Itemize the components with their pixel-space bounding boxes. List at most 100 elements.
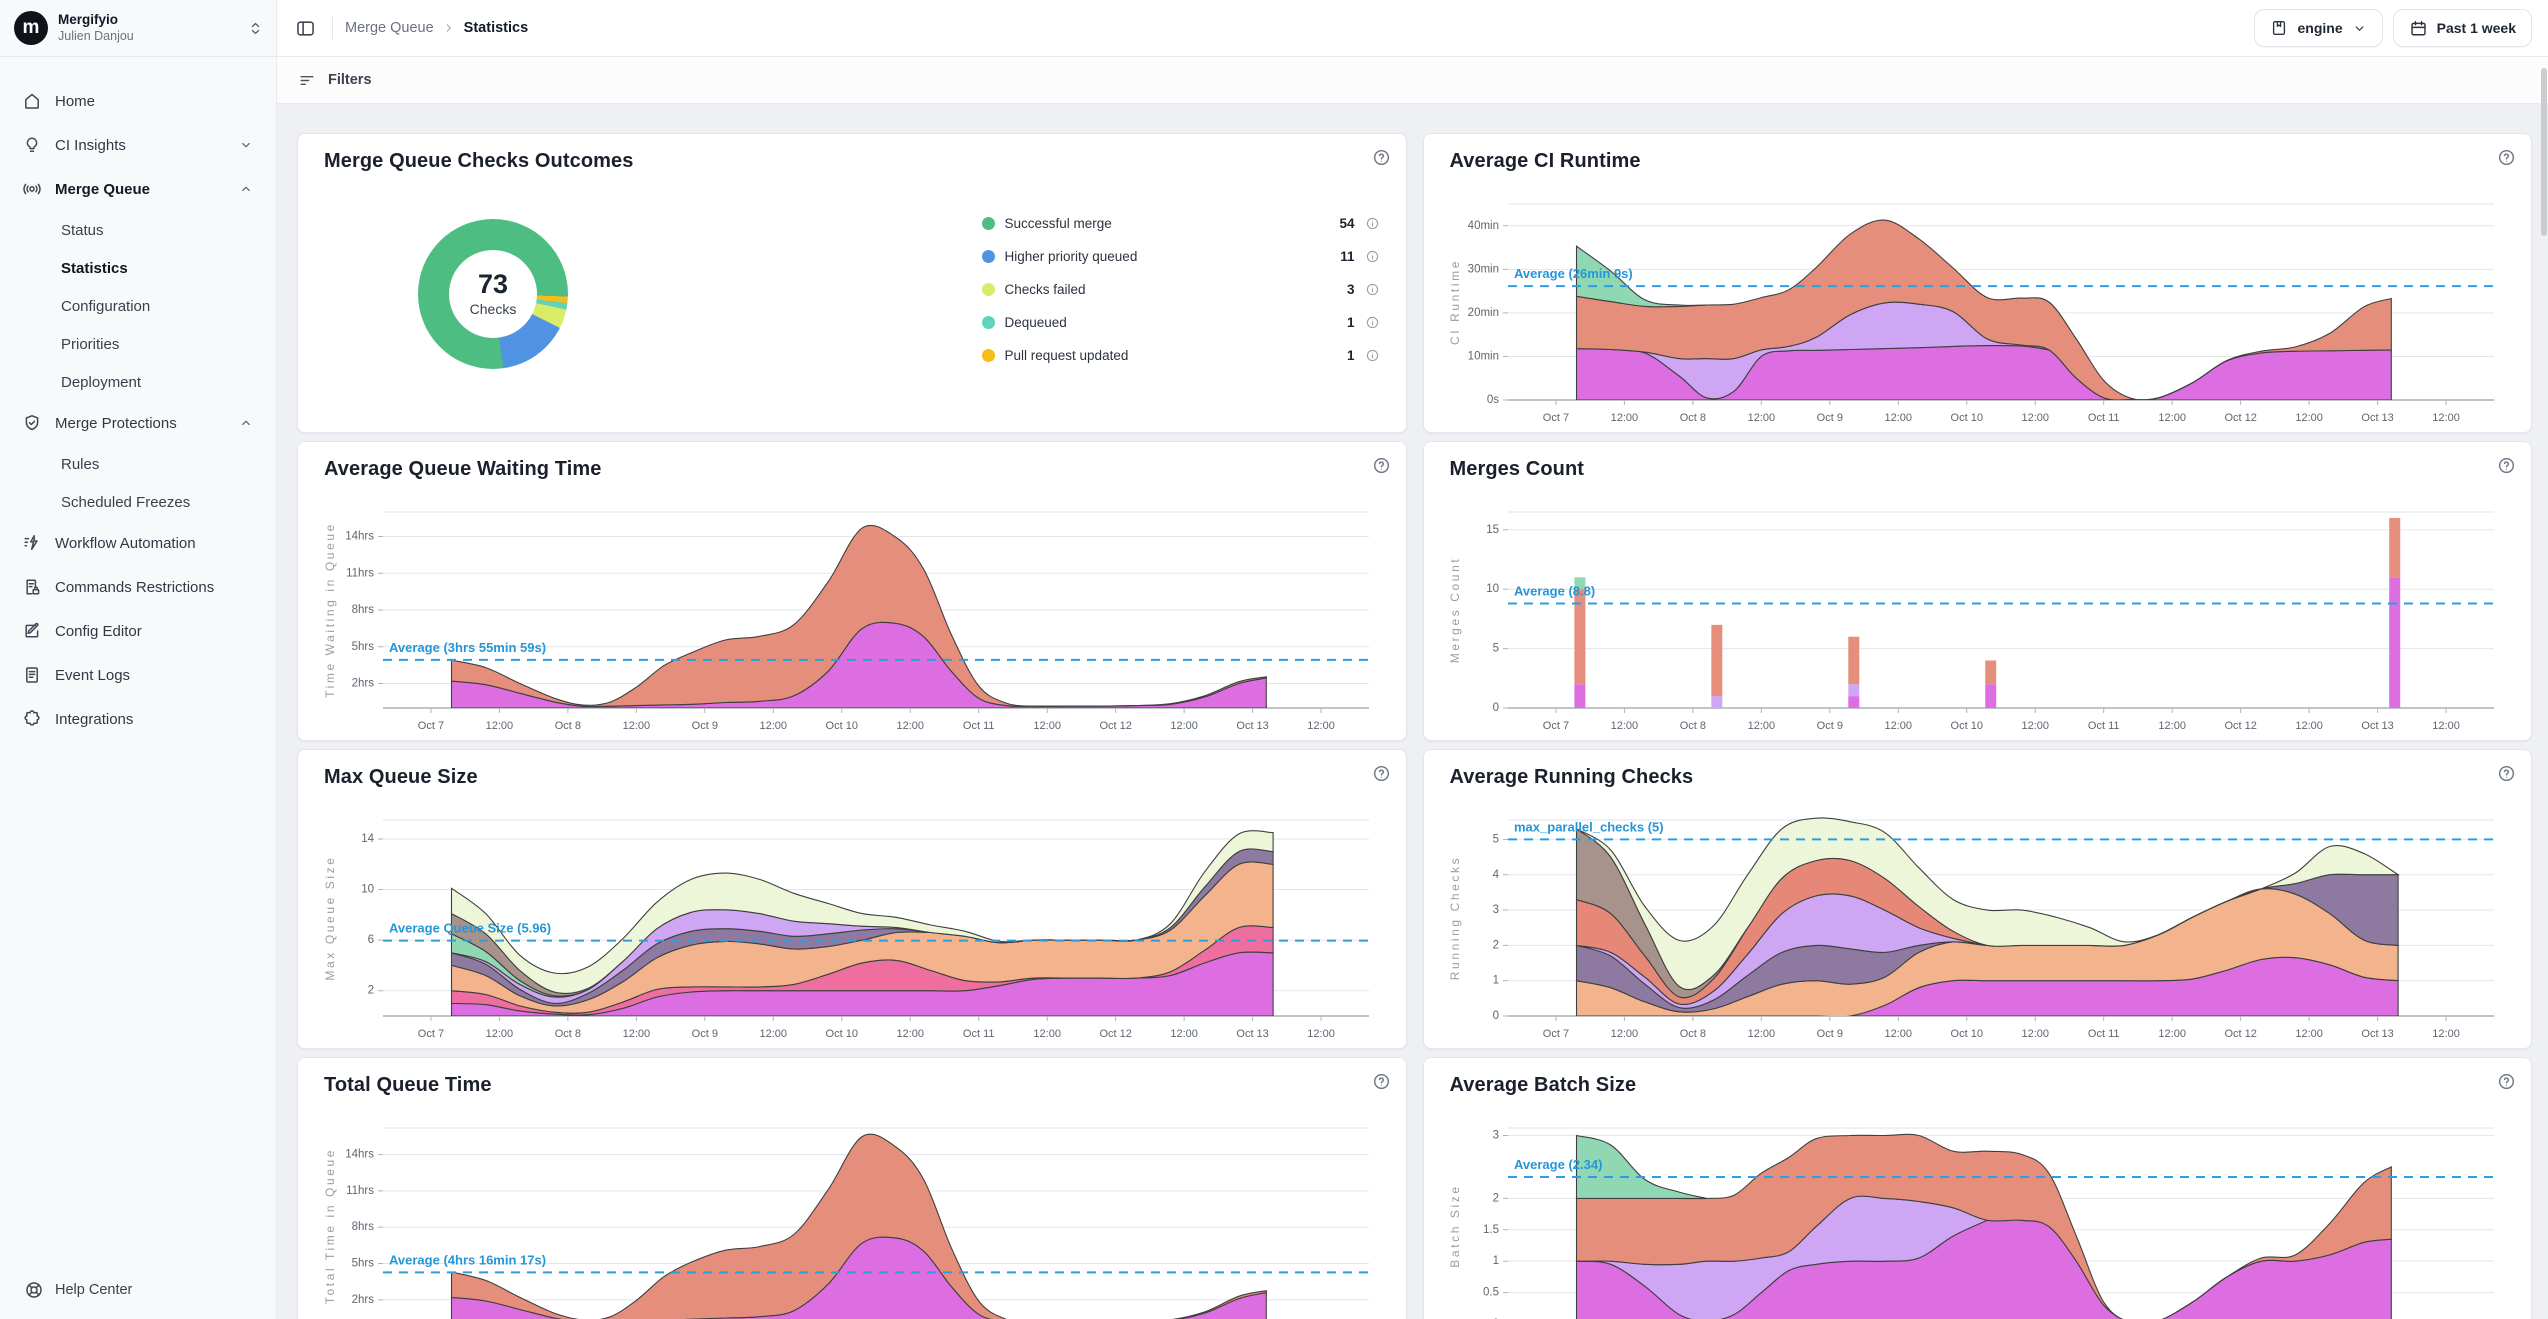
sidebar-item-configuration[interactable]: Configuration — [10, 287, 266, 325]
sidebar-item-deployment[interactable]: Deployment — [10, 363, 266, 401]
shield-icon — [22, 413, 42, 433]
sidebar-item-merge-protections[interactable]: Merge Protections — [10, 401, 266, 445]
legend-item-higher-priority-queued[interactable]: Higher priority queued11 — [982, 243, 1380, 271]
svg-text:12:00: 12:00 — [2433, 720, 2461, 732]
date-range-label: Past 1 week — [2437, 20, 2516, 36]
svg-text:12:00: 12:00 — [1170, 720, 1198, 732]
donut-chart[interactable]: 73 Checks — [418, 219, 568, 369]
sidebar-item-home[interactable]: Home — [10, 79, 266, 123]
scrollbar-thumb[interactable] — [2541, 68, 2547, 236]
help-icon[interactable] — [1372, 764, 1391, 788]
sidebar-item-commands-restrictions[interactable]: Commands Restrictions — [10, 565, 266, 609]
svg-text:Oct 13: Oct 13 — [1236, 1028, 1268, 1040]
chart-batch-size[interactable]: 00.511.523Oct 712:00Oct 812:00Oct 912:00… — [1444, 1114, 2510, 1319]
legend-item-successful-merge[interactable]: Successful merge54 — [982, 210, 1380, 238]
help-icon[interactable] — [1372, 456, 1391, 480]
svg-text:12:00: 12:00 — [2159, 412, 2187, 424]
nav-label: CI Insights — [55, 137, 126, 154]
bar-segment — [2389, 577, 2400, 708]
chart-area: 051015Oct 712:00Oct 812:00Oct 912:00Oct … — [1444, 481, 2512, 736]
legend-item-dequeued[interactable]: Dequeued1 — [982, 309, 1380, 337]
svg-text:Oct 10: Oct 10 — [825, 1028, 857, 1040]
y-axis-title: Max Queue Size — [323, 855, 337, 980]
nav-label: Merge Queue — [55, 181, 150, 198]
legend-item-pull-request-updated[interactable]: Pull request updated1 — [982, 342, 1380, 370]
svg-text:Oct 11: Oct 11 — [2088, 412, 2120, 424]
sidebar-item-priorities[interactable]: Priorities — [10, 325, 266, 363]
org-avatar: m — [14, 11, 48, 45]
repository-select[interactable]: engine — [2254, 9, 2382, 47]
chart-merges-count[interactable]: 051015Oct 712:00Oct 812:00Oct 912:00Oct … — [1444, 498, 2510, 736]
svg-text:Oct 7: Oct 7 — [418, 720, 444, 732]
chart-max-queue-size[interactable]: 261014Oct 712:00Oct 812:00Oct 912:00Oct … — [319, 806, 1385, 1044]
card-ci-runtime: Average CI Runtime0s10min20min30min40min… — [1423, 133, 2533, 433]
donut-row: 73 Checks Successful merge54 Higher prior… — [318, 173, 1386, 428]
help-icon[interactable] — [2497, 1072, 2516, 1096]
info-icon[interactable] — [1365, 249, 1380, 264]
svg-text:12:00: 12:00 — [622, 720, 650, 732]
help-icon[interactable] — [2497, 764, 2516, 788]
sidebar-item-ci-insights[interactable]: CI Insights — [10, 123, 266, 167]
svg-text:Oct 10: Oct 10 — [1951, 412, 1983, 424]
info-icon[interactable] — [1365, 348, 1380, 363]
help-icon[interactable] — [2497, 456, 2516, 480]
date-range-button[interactable]: Past 1 week — [2393, 9, 2532, 47]
svg-text:Oct 9: Oct 9 — [1817, 720, 1843, 732]
svg-text:12:00: 12:00 — [1033, 720, 1061, 732]
workflow-icon — [22, 533, 42, 553]
help-icon[interactable] — [2497, 148, 2516, 172]
chart-running-checks[interactable]: 012345Oct 712:00Oct 812:00Oct 912:00Oct … — [1444, 806, 2510, 1044]
svg-text:6: 6 — [367, 934, 373, 946]
svg-text:0: 0 — [1493, 702, 1499, 714]
nav-label: Statistics — [61, 260, 128, 277]
info-icon[interactable] — [1365, 216, 1380, 231]
sidebar-item-scheduled-freezes[interactable]: Scheduled Freezes — [10, 483, 266, 521]
sidebar-item-integrations[interactable]: Integrations — [10, 697, 266, 741]
doc-lock-icon — [22, 577, 42, 597]
svg-text:5hrs: 5hrs — [351, 641, 374, 653]
chart-total-queue-time[interactable]: 2hrs5hrs8hrs11hrs14hrsOct 712:00Oct 812:… — [319, 1114, 1385, 1319]
bar-segment — [1575, 684, 1586, 708]
donut-legend: Successful merge54 Higher priority queued… — [982, 210, 1380, 370]
y-axis-title: Merges Count — [1448, 557, 1462, 664]
svg-text:12:00: 12:00 — [896, 720, 924, 732]
sidebar-item-rules[interactable]: Rules — [10, 445, 266, 483]
info-icon[interactable] — [1365, 282, 1380, 297]
sidebar-item-statistics[interactable]: Statistics — [10, 249, 266, 287]
card-title: Average Batch Size — [1450, 1074, 2512, 1097]
svg-text:Oct 12: Oct 12 — [1099, 1028, 1131, 1040]
sidebar-item-status[interactable]: Status — [10, 211, 266, 249]
svg-text:8hrs: 8hrs — [351, 604, 374, 616]
sidebar-item-workflow-automation[interactable]: Workflow Automation — [10, 521, 266, 565]
sidebar-item-config-editor[interactable]: Config Editor — [10, 609, 266, 653]
legend-dot — [982, 250, 995, 263]
y-axis-title: Total Time in Queue — [323, 1148, 337, 1304]
help-center[interactable]: Help Center — [0, 1261, 276, 1319]
chart-ci-runtime[interactable]: 0s10min20min30min40minOct 712:00Oct 812:… — [1444, 190, 2510, 428]
legend-item-checks-failed[interactable]: Checks failed3 — [982, 276, 1380, 304]
breadcrumb-statistics: Statistics — [464, 20, 528, 36]
info-icon[interactable] — [1365, 315, 1380, 330]
help-icon[interactable] — [1372, 1072, 1391, 1096]
filters-button[interactable]: Filters — [328, 72, 372, 88]
org-switcher[interactable]: m Mergifyio Julien Danjou — [0, 0, 276, 57]
svg-text:Oct 10: Oct 10 — [825, 720, 857, 732]
chart-queue-waiting[interactable]: 2hrs5hrs8hrs11hrs14hrsOct 712:00Oct 812:… — [319, 498, 1385, 736]
bar-segment — [1849, 696, 1860, 708]
card-title: Merge Queue Checks Outcomes — [324, 150, 1386, 173]
nav-label: Home — [55, 93, 95, 110]
lifebuoy-icon — [24, 1280, 44, 1300]
card-title: Total Queue Time — [324, 1074, 1386, 1097]
legend-dot — [982, 349, 995, 362]
sidebar-toggle-button[interactable] — [291, 14, 320, 43]
sidebar-item-merge-queue[interactable]: Merge Queue — [10, 167, 266, 211]
breadcrumb-merge-queue[interactable]: Merge Queue — [345, 20, 434, 36]
svg-text:11hrs: 11hrs — [346, 1185, 374, 1197]
svg-text:Oct 12: Oct 12 — [2225, 412, 2257, 424]
svg-text:Oct 8: Oct 8 — [1680, 1028, 1706, 1040]
help-icon[interactable] — [1372, 148, 1391, 172]
svg-text:12:00: 12:00 — [1748, 412, 1776, 424]
svg-text:12:00: 12:00 — [2296, 412, 2324, 424]
sidebar-item-event-logs[interactable]: Event Logs — [10, 653, 266, 697]
svg-text:2: 2 — [1493, 939, 1499, 951]
